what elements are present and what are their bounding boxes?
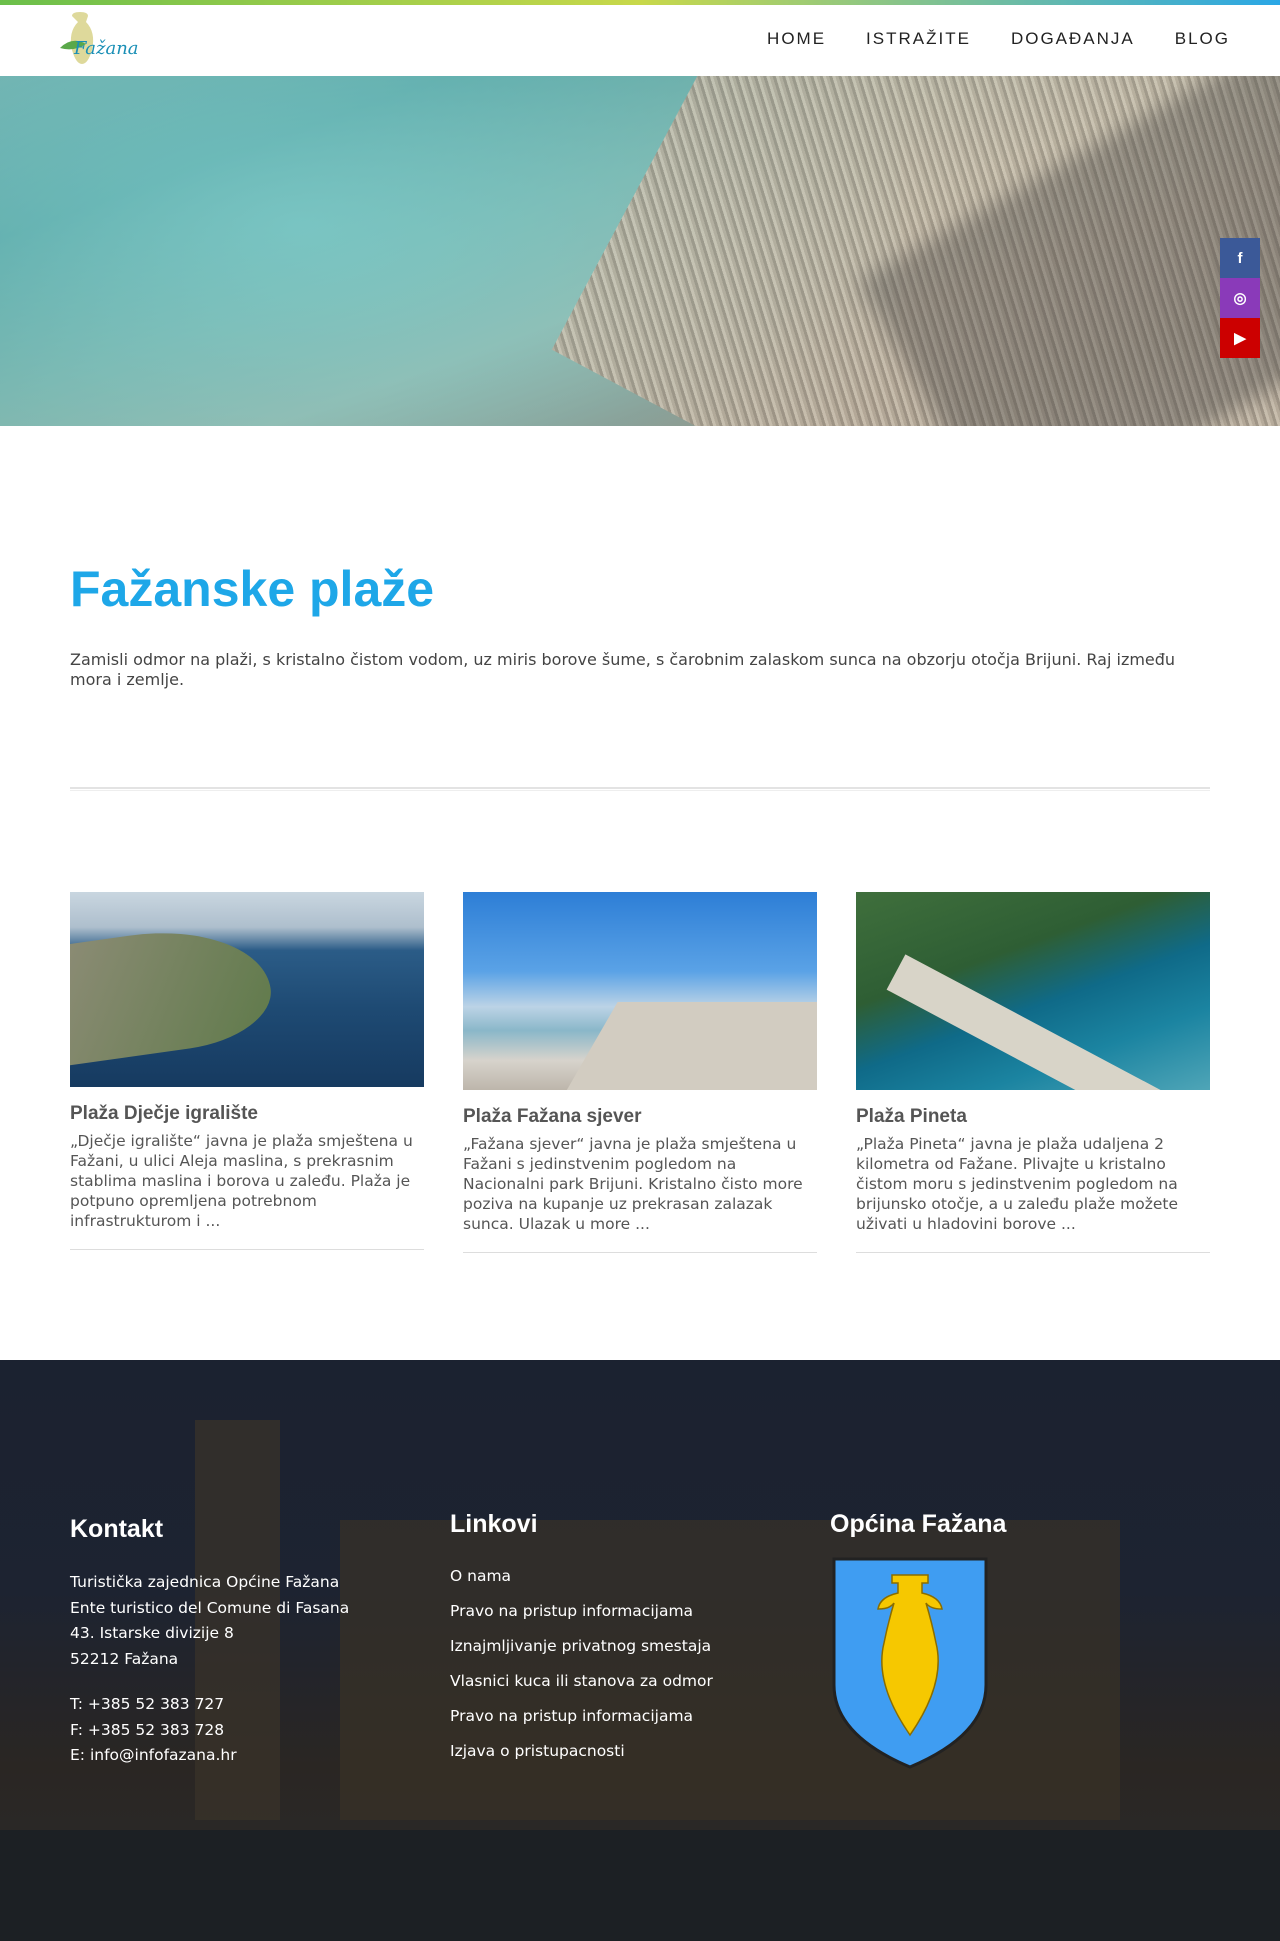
footer-link[interactable]: Izjava o pristupacnosti (450, 1734, 713, 1769)
facebook-icon[interactable]: f (1220, 238, 1260, 278)
footer-link[interactable]: O nama (450, 1559, 713, 1594)
beach-image[interactable] (70, 892, 424, 1087)
contact-fax: F: +385 52 383 728 (70, 1720, 225, 1739)
site-footer: Kontakt Turistička zajednica Općine Faža… (0, 1360, 1280, 1941)
intro-text: Zamisli odmor na plaži, s kristalno čist… (70, 650, 1176, 689)
site-header: Fažana HOME ISTRAŽITE DOGAĐANJA BLOG (0, 5, 1280, 76)
logo-text: Fažana (74, 38, 139, 59)
footer-contact: Kontakt Turistička zajednica Općine Faža… (70, 1515, 349, 1769)
footer-link[interactable]: Vlasnici kuca ili stanova za odmor (450, 1664, 713, 1699)
beach-image[interactable] (463, 892, 817, 1090)
card-divider (463, 1252, 817, 1253)
beach-card-text: „Plaža Pineta“ javna je plaža udaljena 2… (856, 1135, 1178, 1233)
contact-line: Ente turistico del Comune di Fasana (70, 1598, 350, 1617)
contact-email[interactable]: E: info@infofazana.hr (70, 1743, 349, 1769)
links-heading: Linkovi (450, 1510, 538, 1538)
nav-blog[interactable]: BLOG (1175, 29, 1230, 49)
main-nav: HOME ISTRAŽITE DOGAĐANJA BLOG (767, 29, 1230, 49)
instagram-icon[interactable]: ◎ (1220, 278, 1260, 318)
nav-dogadanja[interactable]: DOGAĐANJA (1011, 29, 1135, 49)
contact-heading: Kontakt (70, 1515, 164, 1543)
footer-link[interactable]: Pravo na pristup informacijama (450, 1594, 713, 1629)
beach-card-title[interactable]: Plaža Pineta (856, 1106, 1210, 1128)
beach-card-title[interactable]: Plaža Dječje igralište (70, 1103, 424, 1125)
card-divider (70, 1249, 424, 1250)
youtube-icon[interactable]: ▶ (1220, 318, 1260, 358)
footer-link[interactable]: Pravo na pristup informacijama (450, 1699, 713, 1734)
footer-link[interactable]: Iznajmljivanje privatnog smestaja (450, 1629, 713, 1664)
beach-image[interactable] (856, 892, 1210, 1090)
nav-istrazite[interactable]: ISTRAŽITE (866, 29, 971, 49)
beach-card[interactable]: Plaža Pineta „Plaža Pineta“ javna je pla… (856, 892, 1210, 1253)
municipality-heading: Općina Fažana (830, 1510, 1007, 1538)
site-logo[interactable]: Fažana (52, 10, 152, 72)
contact-line: Turistička zajednica Općine Fažana (70, 1573, 340, 1591)
beach-card[interactable]: Plaža Fažana sjever „Fažana sjever“ javn… (463, 892, 817, 1253)
card-divider (856, 1252, 1210, 1253)
contact-line: 43. Istarske divizije 8 (70, 1624, 234, 1642)
beach-card-text: „Fažana sjever“ javna je plaža smještena… (463, 1135, 803, 1233)
coat-of-arms-icon[interactable] (830, 1555, 990, 1771)
links-list: O nama Pravo na pristup informacijama Iz… (450, 1559, 713, 1769)
beach-card-text: „Dječje igralište“ javna je plaža smješt… (70, 1132, 413, 1230)
footer-bg-water (0, 1830, 1280, 1941)
main-content: Fažanske plaže Zamisli odmor na plaži, s… (70, 560, 1210, 690)
contact-phone[interactable]: T: +385 52 383 727 (70, 1692, 349, 1718)
social-sidebar: f ◎ ▶ (1220, 238, 1260, 358)
contact-line: 52212 Fažana (70, 1649, 179, 1668)
footer-links: Linkovi O nama Pravo na pristup informac… (450, 1510, 713, 1769)
page-title: Fažanske plaže (70, 561, 435, 617)
footer-municipality: Općina Fažana (830, 1510, 1006, 1775)
beach-card[interactable]: Plaža Dječje igralište „Dječje igralište… (70, 892, 424, 1250)
hero-image (0, 76, 1280, 426)
section-divider (70, 787, 1210, 791)
contact-lines: Turistička zajednica Općine Fažana Ente … (70, 1570, 349, 1769)
beach-card-title[interactable]: Plaža Fažana sjever (463, 1106, 817, 1128)
nav-home[interactable]: HOME (767, 29, 826, 49)
